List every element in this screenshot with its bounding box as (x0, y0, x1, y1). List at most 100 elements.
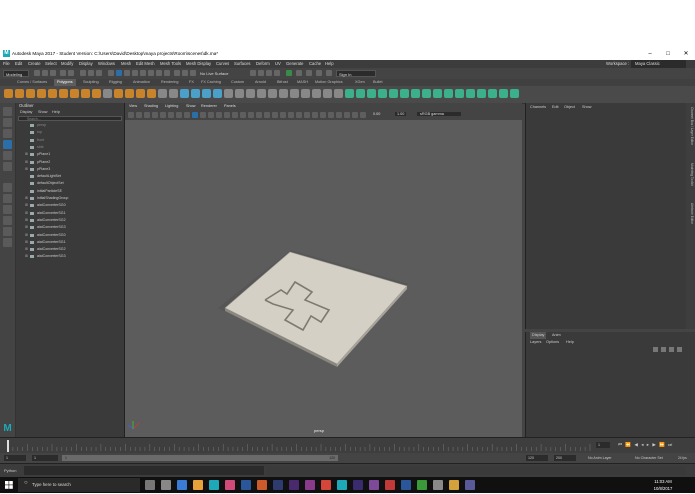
exposure-value[interactable]: 0.00 (373, 112, 380, 116)
shelf-tab-bifrost[interactable]: Bifrost (274, 79, 291, 86)
viewport-tool-icon[interactable] (360, 112, 366, 118)
shelf-tool-icon[interactable] (345, 89, 354, 98)
select-component-icon[interactable] (96, 70, 102, 76)
menu-windows[interactable]: Windows (98, 60, 115, 68)
menu-mesh-tools[interactable]: Mesh Tools (160, 60, 181, 68)
channel-menu-channels[interactable]: Channels (530, 103, 546, 111)
select-deformations-icon[interactable] (140, 70, 146, 76)
shelf-tool-icon[interactable] (235, 89, 244, 98)
select-curves-icon[interactable] (124, 70, 130, 76)
viewport-tool-icon[interactable] (264, 112, 270, 118)
menu-cache[interactable]: Cache (309, 60, 321, 68)
taskbar-app-icon[interactable] (241, 480, 251, 490)
outliner-item[interactable]: defaultLightSet (16, 173, 124, 180)
close-icon[interactable]: ✕ (677, 48, 695, 60)
viewport-tool-icon[interactable] (288, 112, 294, 118)
shelf-tool-icon[interactable] (290, 89, 299, 98)
shelf-tool-icon[interactable] (477, 89, 486, 98)
shelf-tool-icon[interactable] (499, 89, 508, 98)
outliner-item[interactable]: ⊞ aiaiConverterSG3 (16, 253, 124, 260)
command-language[interactable]: Python (4, 468, 16, 473)
outliner-item[interactable]: ⊞ aiaiConverterSG0 (16, 202, 124, 209)
layer-menu-help[interactable]: Help (566, 339, 574, 346)
layer-down-icon[interactable] (661, 347, 666, 352)
shelf-tool-icon[interactable] (356, 89, 365, 98)
perspective-viewport[interactable]: persp (125, 120, 522, 437)
outliner-item[interactable]: ⊞ aiaiConverterSG3 (16, 224, 124, 231)
select-hierarchy-icon[interactable] (80, 70, 86, 76)
shelf-tool-icon[interactable] (510, 89, 519, 98)
current-frame-marker[interactable] (7, 440, 9, 452)
shelf-tab-mash[interactable]: MASH (294, 79, 311, 86)
shelf-tool-icon[interactable] (312, 89, 321, 98)
expand-icon[interactable]: ⊞ (25, 246, 28, 253)
windows-start-icon[interactable] (5, 481, 13, 489)
menu-generate[interactable]: Generate (286, 60, 303, 68)
viewport-tool-icon[interactable] (296, 112, 302, 118)
outliner-item[interactable]: ⊞ aiaiConverterSG1 (16, 239, 124, 246)
side-by-side-layout-icon[interactable] (3, 205, 12, 214)
four-pane-layout-icon[interactable] (3, 194, 12, 203)
shelf-tool-icon[interactable] (158, 89, 167, 98)
viewport-tool-icon[interactable] (344, 112, 350, 118)
select-handles-icon[interactable] (108, 70, 114, 76)
shelf-tool-icon[interactable] (4, 89, 13, 98)
viewport-tool-icon[interactable] (152, 112, 158, 118)
undo-icon[interactable] (60, 70, 66, 76)
taskbar-app-icon[interactable] (401, 480, 411, 490)
taskbar-app-icon[interactable] (209, 480, 219, 490)
new-scene-icon[interactable] (34, 70, 40, 76)
viewport-tool-icon[interactable] (208, 112, 214, 118)
viewport-tool-icon[interactable] (144, 112, 150, 118)
render-settings-icon[interactable] (274, 70, 280, 76)
taskbar-app-icon[interactable] (369, 480, 379, 490)
select-surfaces-icon[interactable] (132, 70, 138, 76)
select-joints-icon[interactable] (116, 70, 122, 76)
layer-up-icon[interactable] (653, 347, 658, 352)
taskbar-app-icon[interactable] (273, 480, 283, 490)
select-rendering-icon[interactable] (156, 70, 162, 76)
shelf-tool-icon[interactable] (48, 89, 57, 98)
viewport-menu-panels[interactable]: Panels (224, 103, 236, 110)
toggle-attribute-icon[interactable] (326, 70, 332, 76)
rotate-tool-icon[interactable] (3, 151, 12, 160)
taskbar-app-icon[interactable] (321, 480, 331, 490)
shelf-tool-icon[interactable] (268, 89, 277, 98)
tab-channel-box-layer-editor[interactable]: Channel Box / Layer Editor (687, 107, 694, 145)
shelf-tool-icon[interactable] (466, 89, 475, 98)
taskbar-app-icon[interactable] (337, 480, 347, 490)
shelf-tool-icon[interactable] (488, 89, 497, 98)
menu-surfaces[interactable]: Surfaces (234, 60, 251, 68)
taskbar-app-icon[interactable] (257, 480, 267, 490)
viewport-tool-icon[interactable] (256, 112, 262, 118)
playback-controls[interactable]: ⏮ ⏪ ◀ ◂ ▸ ▶ ⏩ ⏭ (618, 442, 690, 448)
menu-mesh-display[interactable]: Mesh Display (186, 60, 211, 68)
viewport-tool-icon[interactable] (248, 112, 254, 118)
shelf-tab-curves-surfaces[interactable]: Curves / Surfaces (14, 79, 50, 86)
sign-in-button[interactable]: Sign In (336, 70, 376, 77)
shelf-tool-icon[interactable] (37, 89, 46, 98)
shelf-tool-icon[interactable] (323, 89, 332, 98)
outliner-item[interactable]: front (16, 137, 124, 144)
shelf-tool-icon[interactable] (400, 89, 409, 98)
shelf-tab-fx[interactable]: FX (186, 79, 197, 86)
live-surface-label[interactable]: No Live Surface (198, 70, 232, 77)
menu-create[interactable]: Create (28, 60, 41, 68)
outliner-item[interactable]: side (16, 144, 124, 151)
outliner-item[interactable]: top (16, 129, 124, 136)
scale-tool-icon[interactable] (3, 162, 12, 171)
menu-deform[interactable]: Deform (256, 60, 270, 68)
viewport-tool-icon[interactable] (320, 112, 326, 118)
outliner-item[interactable]: ⊞ aiaiConverterSG2 (16, 246, 124, 253)
expand-icon[interactable]: ⊞ (25, 217, 28, 224)
viewport-tool-icon[interactable] (184, 112, 190, 118)
shelf-tab-polygons[interactable]: Polygons (54, 79, 76, 86)
viewport-tool-icon[interactable] (352, 112, 358, 118)
channel-menu-show[interactable]: Show (582, 103, 592, 111)
outliner-item[interactable]: ⊞ pPlane2 (16, 159, 124, 166)
expand-icon[interactable]: ⊞ (25, 253, 28, 260)
open-scene-icon[interactable] (42, 70, 48, 76)
shelf-tab-bullet[interactable]: Bullet (370, 79, 386, 86)
paint-select-icon[interactable] (3, 129, 12, 138)
snap-curve-icon[interactable] (182, 70, 188, 76)
